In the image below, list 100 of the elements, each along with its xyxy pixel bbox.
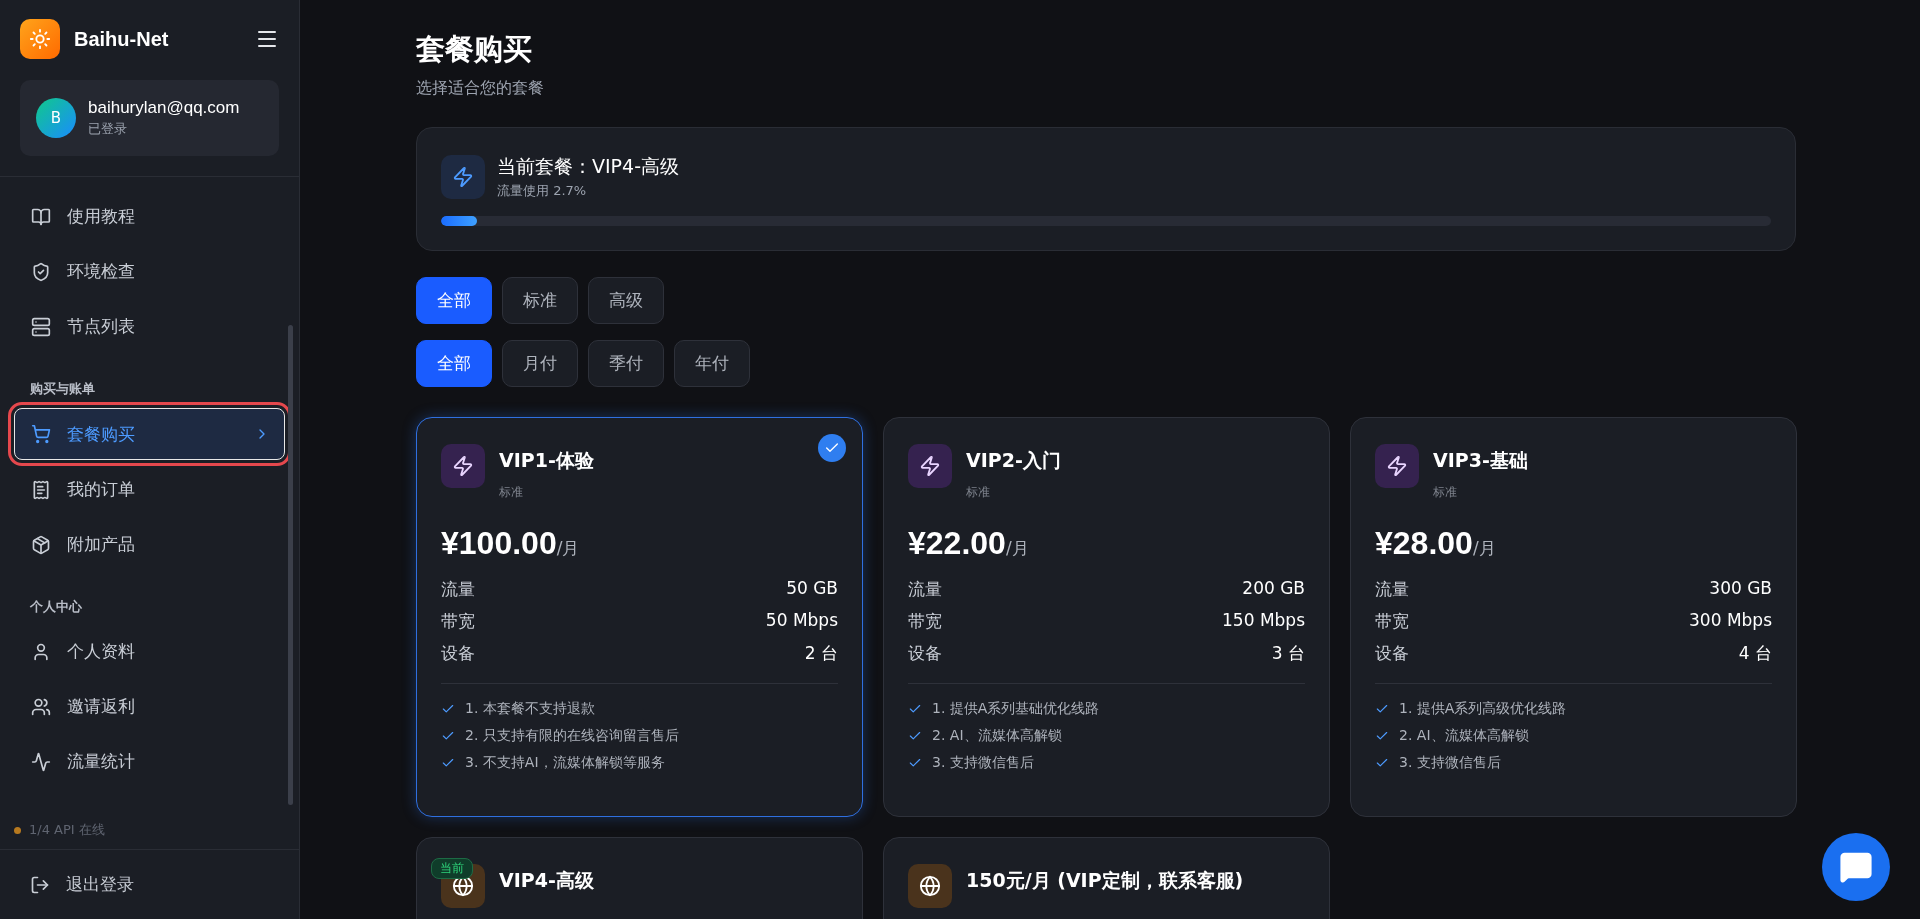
filter-tab[interactable]: 标准 [502,277,578,324]
feature-text: 3. 支持微信售后 [1399,754,1501,772]
receipt-icon [31,479,51,500]
spec-label: 设备 [1375,642,1409,665]
spec-label: 带宽 [441,610,475,633]
users-icon [31,696,51,717]
spec-value: 150 Mbps [1222,610,1305,632]
spec-value: 2 台 [804,642,838,665]
plan-card[interactable]: VIP3-基础 标准 ¥28.00/月 流量 300 GB 带宽 300 Mbps 设备 4 台 1. 提供A系列高级优化线路 2. AI、流媒体高解锁 3. 支持微信售后 [1350,417,1797,817]
price-unit: /月 [556,538,580,560]
nav-item[interactable]: 环境检查 [14,244,285,299]
shield-icon [31,261,51,282]
feature-text: 1. 本套餐不支持退款 [465,700,595,718]
plan-card[interactable]: 当前 VIP4-高级 [416,837,863,919]
page-subtitle: 选择适合您的套餐 [416,78,545,99]
user-icon [31,641,51,662]
feature-text: 1. 提供A系列高级优化线路 [1399,700,1567,718]
filter-tab[interactable]: 高级 [588,277,664,324]
feature-text: 2. AI、流媒体高解锁 [932,727,1062,745]
book-icon [31,206,51,227]
usage-text: 流量使用 2.7% [497,182,588,200]
tier-label: 标准 [1433,484,1457,501]
page-title: 套餐购买 [416,31,533,68]
plan-price: ¥22.00 [908,525,1006,562]
spec-label: 流量 [441,578,475,601]
current-plan-title: 当前套餐：VIP4-高级 [497,154,679,179]
price-unit: /月 [1472,538,1496,560]
scrollbar[interactable] [288,325,293,805]
check-icon [1375,702,1389,716]
nav-item[interactable]: 我的订单 [14,462,285,517]
box-icon [31,534,51,555]
plan-name: VIP4-高级 [499,868,594,893]
price-unit: /月 [1005,538,1029,560]
filter-tab[interactable]: 年付 [674,340,750,387]
section-label: 购买与账单 [29,380,96,398]
server-icon [31,316,51,337]
filter-tab[interactable]: 月付 [502,340,578,387]
check-icon [908,729,922,743]
check-icon [908,702,922,716]
plan-card[interactable]: VIP1-体验 标准 ¥100.00/月 流量 50 GB 带宽 50 Mbps 设备 2 台 1. 本套餐不支持退款 2. 只支持有限的在线咨询留言售后 3. 不支持AI，流媒体解锁等服务 [416,417,863,817]
nav-item[interactable]: 使用教程 [14,189,285,244]
feature-text: 3. 支持微信售后 [932,754,1034,772]
spec-label: 设备 [908,642,942,665]
check-icon [441,702,455,716]
plan-card[interactable]: VIP2-入门 标准 ¥22.00/月 流量 200 GB 带宽 150 Mbps 设备 3 台 1. 提供A系列基础优化线路 2. AI、流媒体高解锁 3. 支持微信售后 [883,417,1330,817]
check-icon [1375,756,1389,770]
lightning-icon [908,444,952,488]
nav-item[interactable]: 个人资料 [14,624,285,679]
current-badge: 当前 [431,858,473,879]
nav-item[interactable]: 邀请返利 [14,679,285,734]
avatar: B [36,98,76,138]
plan-price: ¥100.00 [441,525,557,562]
check-icon [1375,729,1389,743]
cart-icon [31,424,51,444]
spec-label: 带宽 [1375,610,1409,633]
check-icon [908,756,922,770]
lightning-icon [1375,444,1419,488]
nav-item[interactable]: 节点列表 [14,299,285,354]
feature-text: 3. 不支持AI，流媒体解锁等服务 [465,754,665,772]
spec-value: 4 台 [1738,642,1772,665]
nav-item[interactable]: 流量统计 [14,734,285,789]
login-status: 已登录 [88,120,128,138]
filter-tab[interactable]: 全部 [416,277,492,324]
user-email: baihurylan@qq.com [88,98,240,118]
section-label: 个人中心 [29,598,83,616]
filter-tab[interactable]: 全部 [416,340,492,387]
plan-name: VIP1-体验 [499,448,594,473]
globe-icon [908,864,952,908]
spec-value: 3 台 [1271,642,1305,665]
logout-icon [30,874,50,895]
pulse-icon [31,751,51,772]
chat-icon [1839,850,1873,884]
plan-card[interactable]: 150元/月 (VIP定制，联系客服) [883,837,1330,919]
plan-name: VIP3-基础 [1433,448,1528,473]
spec-value: 300 Mbps [1689,610,1772,632]
check-icon [441,729,455,743]
check-icon [441,756,455,770]
tier-label: 标准 [966,484,990,501]
feature-text: 2. 只支持有限的在线咨询留言售后 [465,727,679,745]
spec-value: 200 GB [1242,578,1305,600]
plan-name: VIP2-入门 [966,448,1061,473]
status-dot [14,826,21,834]
logout-link[interactable]: 退出登录 [0,849,299,919]
logo-icon [20,19,60,59]
brand-name: Baihu-Net [74,27,170,51]
spec-label: 带宽 [908,610,942,633]
lightning-icon [441,444,485,488]
api-status: 1/4 API 在线 [29,821,105,839]
filter-tab[interactable]: 季付 [588,340,664,387]
spec-value: 50 GB [786,578,838,600]
feature-text: 2. AI、流媒体高解锁 [1399,727,1529,745]
nav-item[interactable]: 附加产品 [14,517,285,572]
plan-price: ¥28.00 [1375,525,1473,562]
plan-name: 150元/月 (VIP定制，联系客服) [966,868,1244,893]
spec-label: 设备 [441,642,475,665]
tier-label: 标准 [499,484,523,501]
spec-value: 300 GB [1709,578,1772,600]
spec-label: 流量 [908,578,942,601]
check-icon [818,434,846,462]
spec-value: 50 Mbps [765,610,838,632]
